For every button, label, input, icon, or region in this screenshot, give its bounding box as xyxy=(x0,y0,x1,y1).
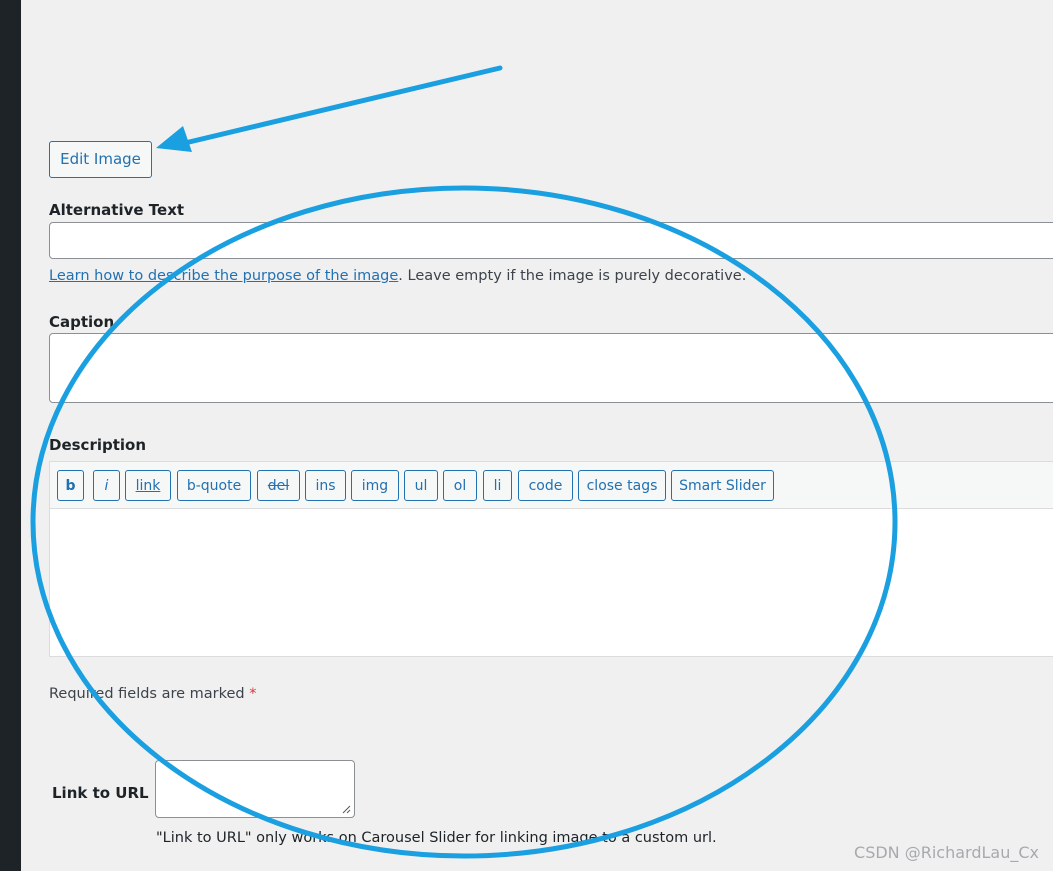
quicktag-del-button[interactable]: del xyxy=(257,470,300,501)
alt-text-label: Alternative Text xyxy=(49,201,185,219)
quicktags-toolbar: b i link b-quote del ins img ul ol li co… xyxy=(50,462,1053,509)
quicktag-bquote-button[interactable]: b-quote xyxy=(177,470,251,501)
describe-image-link[interactable]: Learn how to describe the purpose of the… xyxy=(49,268,398,284)
quicktag-ins-button[interactable]: ins xyxy=(305,470,346,501)
admin-sidebar-edge xyxy=(0,0,21,871)
link-to-url-textarea[interactable] xyxy=(155,760,355,818)
quicktag-link-button[interactable]: link xyxy=(125,470,171,501)
quicktag-smart-slider-button[interactable]: Smart Slider xyxy=(671,470,774,501)
description-editor: b i link b-quote del ins img ul ol li co… xyxy=(49,461,1053,657)
quicktag-li-button[interactable]: li xyxy=(483,470,512,501)
annotation-overlay xyxy=(30,65,898,859)
annotation-arrow-shaft xyxy=(182,65,503,146)
edit-image-button[interactable]: Edit Image xyxy=(49,141,152,178)
link-to-url-label: Link to URL xyxy=(52,784,149,802)
description-textarea[interactable] xyxy=(50,509,1053,656)
watermark: CSDN @RichardLau_Cx xyxy=(854,843,1039,862)
quicktag-img-button[interactable]: img xyxy=(351,470,399,501)
quicktag-bold-button[interactable]: b xyxy=(57,470,84,501)
quicktag-code-button[interactable]: code xyxy=(518,470,573,501)
alt-text-help-suffix: . Leave empty if the image is purely dec… xyxy=(398,268,747,284)
required-star: * xyxy=(249,686,257,702)
quicktag-ul-button[interactable]: ul xyxy=(404,470,438,501)
caption-textarea[interactable] xyxy=(49,333,1053,403)
caption-label: Caption xyxy=(49,313,115,331)
alt-text-input[interactable] xyxy=(49,222,1053,259)
alt-text-help: Learn how to describe the purpose of the… xyxy=(49,268,746,284)
quicktag-ol-button[interactable]: ol xyxy=(443,470,477,501)
quicktag-italic-button[interactable]: i xyxy=(93,470,120,501)
description-label: Description xyxy=(49,436,147,454)
resize-grip-icon[interactable] xyxy=(342,805,351,814)
required-text: Required fields are marked xyxy=(49,686,250,702)
link-to-url-note: "Link to URL" only works on Carousel Sli… xyxy=(156,830,717,846)
required-fields-note: Required fields are marked * xyxy=(49,686,257,702)
quicktag-close-tags-button[interactable]: close tags xyxy=(578,470,666,501)
annotation-arrow-head xyxy=(156,126,192,152)
